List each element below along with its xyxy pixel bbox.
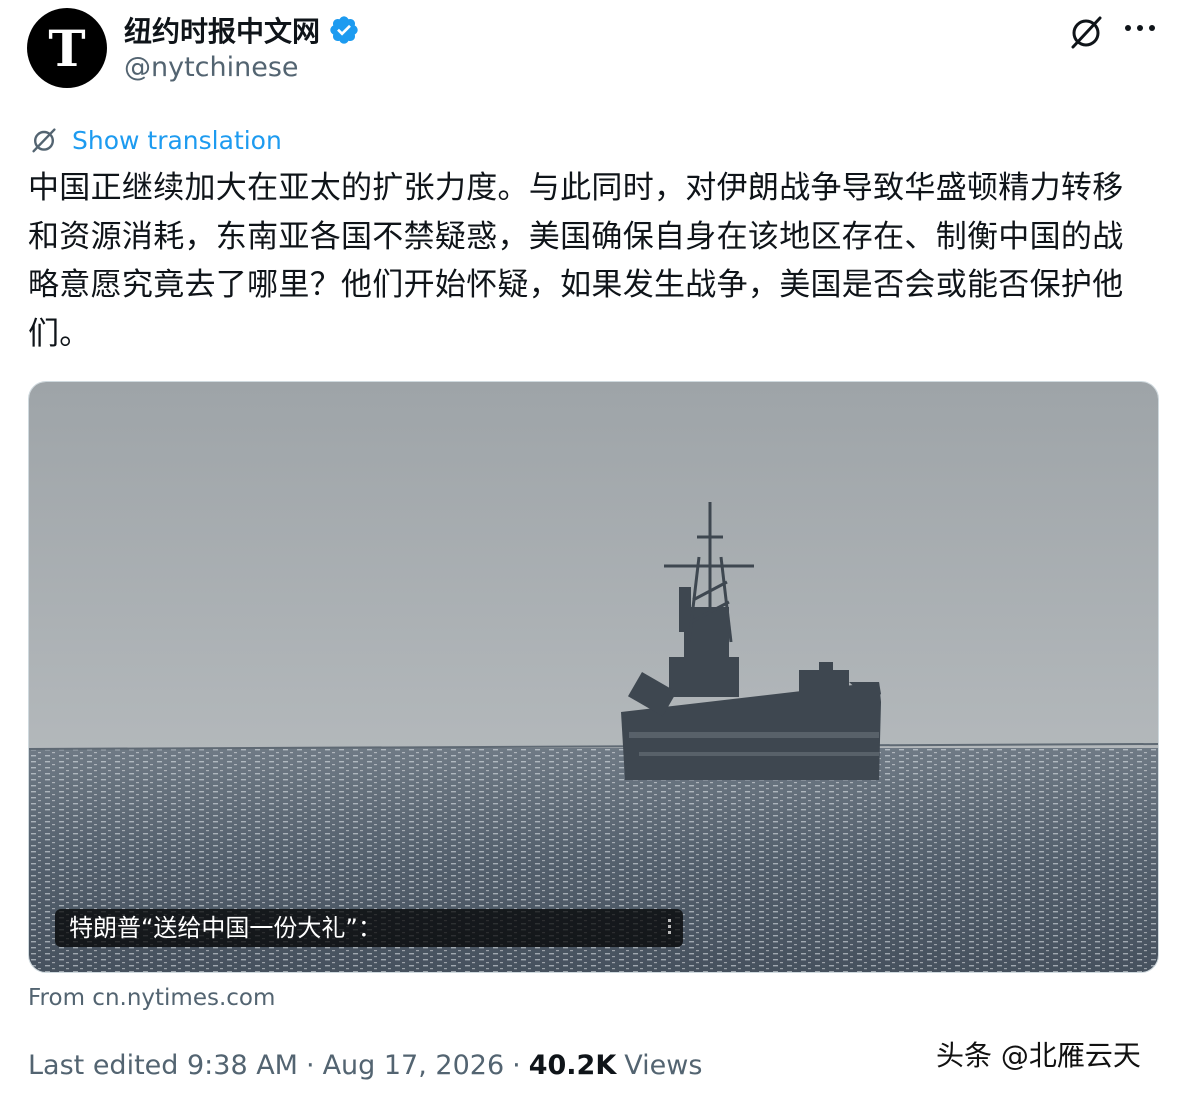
- views-label: Views: [624, 1050, 703, 1081]
- more-horizontal-icon[interactable]: [1120, 12, 1160, 44]
- media-caption-text: 特朗普“送给中国一份大礼”：: [69, 914, 382, 942]
- ship-at-sea-photo: [29, 382, 1158, 972]
- separator: ·: [512, 1050, 521, 1081]
- caption-grip-icon: [668, 919, 671, 937]
- display-name[interactable]: 纽约时报中文网: [124, 10, 320, 50]
- tweet-date[interactable]: Aug 17, 2026: [323, 1050, 505, 1081]
- watermark: 头条 @北雁云天: [936, 1039, 1141, 1072]
- verified-badge-icon: [330, 16, 358, 44]
- link-card-source[interactable]: From cn.nytimes.com: [28, 985, 275, 1011]
- avatar[interactable]: T: [27, 8, 107, 88]
- grok-slash-circle-icon[interactable]: [1066, 12, 1106, 52]
- author-name-row: 纽约时报中文网: [124, 10, 360, 50]
- views-count: 40.2K: [528, 1050, 617, 1081]
- media-caption: 特朗普“送给中国一份大礼”：: [55, 909, 683, 947]
- grok-slash-circle-icon: [32, 128, 56, 153]
- edited-timestamp[interactable]: Last edited 9:38 AM: [28, 1050, 298, 1081]
- separator: ·: [305, 1050, 315, 1081]
- tweet-metadata: Last edited 9:38 AM · Aug 17, 2026 · 40.…: [28, 1050, 702, 1081]
- author-handle[interactable]: @nytchinese: [124, 52, 299, 83]
- tweet-text: 中国正继续加大在亚太的扩张力度。与此同时，对伊朗战争导致华盛顿精力转移和资源消耗…: [28, 170, 1124, 352]
- show-translation-label: Show translation: [72, 125, 282, 155]
- show-translation-link[interactable]: Show translation: [28, 124, 282, 156]
- tweet-media-image[interactable]: 特朗普“送给中国一份大礼”：: [28, 381, 1159, 973]
